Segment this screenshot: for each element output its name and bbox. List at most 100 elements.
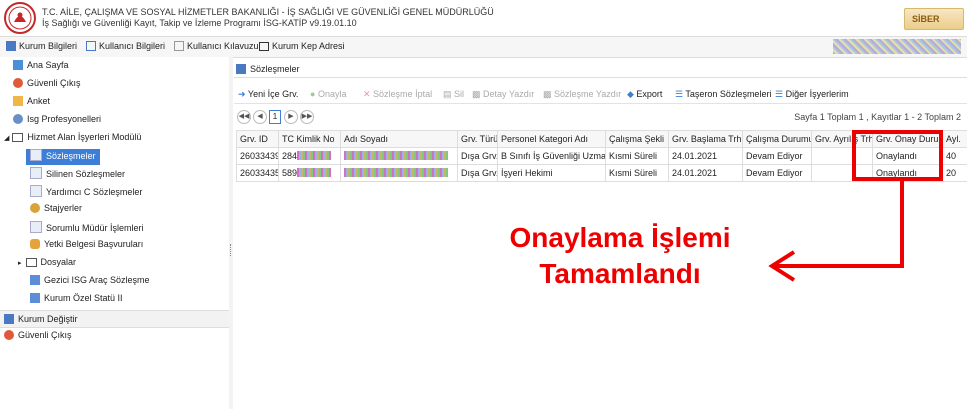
col-grv-turu[interactable]: Grv. Türü bbox=[457, 130, 498, 148]
sidebar-item-yetki-belgesi[interactable]: Yetki Belgesi Başvuruları bbox=[30, 239, 143, 255]
cross-icon: ✕ bbox=[363, 89, 374, 99]
menu-kullanici-kilavuzu[interactable]: Kullanıcı Kılavuzu bbox=[174, 41, 259, 51]
annotation-line-1: Onaylama İşlemi bbox=[509, 222, 731, 253]
cell-calisma-sekli: Kısmi Süreli bbox=[605, 164, 669, 182]
sidebar-item-anket[interactable]: Anket bbox=[13, 96, 50, 112]
splitter-grip[interactable] bbox=[230, 244, 233, 256]
document-icon bbox=[30, 221, 42, 233]
col-calisma-durumu[interactable]: Çalışma Durumu bbox=[742, 130, 812, 148]
users-icon bbox=[30, 239, 40, 249]
cell-personel-kategori: B Sınıfı İş Güvenliği Uzmanı bbox=[497, 147, 606, 165]
sidebar-item-ana-sayfa[interactable]: Ana Sayfa bbox=[13, 60, 69, 76]
sidebar-item-sozlesmeler[interactable]: Sözleşmeler bbox=[26, 149, 100, 165]
cell-grv-turu: Dışa Grv. bbox=[457, 164, 498, 182]
col-personel-kategori[interactable]: Personel Kategori Adı bbox=[497, 130, 606, 148]
next-page-button[interactable]: ▶ bbox=[284, 110, 298, 124]
redacted-mask bbox=[344, 151, 448, 160]
folder-icon bbox=[25, 258, 37, 267]
first-page-button[interactable]: ◀◀ bbox=[237, 110, 251, 124]
cell-tc-kimlik: 284 bbox=[278, 147, 341, 165]
document-icon bbox=[30, 149, 42, 161]
print-contract-button[interactable]: ▩ Sözleşme Yazdır bbox=[543, 89, 621, 100]
siber-logo: SİBER bbox=[904, 8, 964, 30]
sidebar-item-kurum-degistir[interactable]: Kurum Değiştir bbox=[0, 310, 233, 328]
captcha-image bbox=[833, 39, 961, 54]
document-icon bbox=[30, 167, 42, 179]
printer-icon: ▩ bbox=[472, 89, 484, 99]
new-assignment-button[interactable]: ➜ Yeni İçe Grv. bbox=[238, 89, 298, 100]
sidebar-item-stajyerler[interactable]: Stajyerler bbox=[30, 203, 82, 219]
expand-arrow-icon: ◢ bbox=[4, 135, 10, 142]
sidebar-item-sorumlu-mudur[interactable]: Sorumlu Müdür İşlemleri bbox=[30, 221, 144, 237]
toolbar: ➜ Yeni İçe Grv. ● Onayla ✕ Sözleşme İpta… bbox=[234, 85, 967, 104]
document-icon bbox=[30, 185, 42, 197]
export-button[interactable]: ◆ Export bbox=[627, 89, 662, 100]
printer-icon: ▩ bbox=[543, 89, 555, 99]
cell-adi-soyadi bbox=[340, 147, 458, 165]
help-icon bbox=[174, 41, 184, 51]
cell-calisma-durumu: Devam Ediyor bbox=[742, 147, 812, 165]
ministry-logo bbox=[4, 2, 36, 34]
cell-grv-id: 26033439 bbox=[236, 147, 279, 165]
col-grv-id[interactable]: Grv. ID bbox=[236, 130, 279, 148]
sidebar-item-gezici-isg[interactable]: Gezici ISG Araç Sözleşme bbox=[30, 275, 150, 291]
sidebar-item-dosyalar[interactable]: ▸ Dosyalar bbox=[18, 257, 76, 273]
cell-tc-kimlik: 589 bbox=[278, 164, 341, 182]
page-info: Sayfa 1 Toplam 1 , Kayıtlar 1 - 2 Toplam… bbox=[794, 112, 961, 122]
cell-aylik: 40 bbox=[942, 147, 967, 165]
ministry-title: T.C. AİLE, ÇALIŞMA VE SOSYAL HİZMETLER B… bbox=[42, 7, 494, 17]
other-workplaces-button[interactable]: ☰ Diğer İşyerlerim bbox=[775, 89, 849, 100]
folder-open-icon bbox=[12, 133, 24, 142]
delete-button[interactable]: ▤ Sil bbox=[443, 89, 464, 100]
col-adi-soyadi[interactable]: Adı Soyadı bbox=[340, 130, 458, 148]
contract-icon bbox=[236, 64, 246, 74]
building-icon bbox=[6, 41, 16, 51]
col-tc-kimlik[interactable]: TC Kimlik No bbox=[278, 130, 341, 148]
cell-personel-kategori: İşyeri Hekimi bbox=[497, 164, 606, 182]
col-calisma-sekli[interactable]: Çalışma Şekli bbox=[605, 130, 669, 148]
cell-grv-turu: Dışa Grv. bbox=[457, 147, 498, 165]
trash-icon: ▤ bbox=[443, 89, 455, 99]
logout-icon bbox=[13, 78, 23, 88]
sidebar-item-kurum-ozel-statu[interactable]: Kurum Özel Statü II bbox=[30, 293, 123, 309]
list-icon: ☰ bbox=[775, 89, 786, 99]
cell-baslama-trh: 24.01.2021 bbox=[668, 147, 743, 165]
cancel-contract-button[interactable]: ✕ Sözleşme İptal bbox=[363, 89, 432, 100]
program-title: İş Sağlığı ve Güvenliği Kayıt, Takip ve … bbox=[42, 18, 357, 28]
graduate-icon bbox=[30, 203, 40, 213]
prev-page-button[interactable]: ◀ bbox=[253, 110, 267, 124]
sidebar-item-isg-profesyonelleri[interactable]: Isg Profesyonelleri bbox=[13, 114, 101, 130]
building-icon bbox=[4, 314, 14, 324]
sidebar-splitter[interactable] bbox=[229, 57, 233, 409]
list-icon: ☰ bbox=[675, 89, 686, 99]
menu-kurum-kep-adresi[interactable]: Kurum Kep Adresi bbox=[259, 41, 345, 51]
menu-kullanici-bilgileri[interactable]: Kullanıcı Bilgileri bbox=[86, 41, 165, 51]
cell-calisma-sekli: Kısmi Süreli bbox=[605, 147, 669, 165]
last-page-button[interactable]: ▶▶ bbox=[300, 110, 314, 124]
top-menubar: Kurum Bilgileri Kullanıcı Bilgileri Kull… bbox=[0, 36, 967, 58]
survey-icon bbox=[13, 96, 23, 106]
sidebar-item-guvenli-cikis[interactable]: Güvenli Çıkış bbox=[13, 78, 81, 94]
sidebar-item-yardimci-c-sozlesmeler[interactable]: Yardımcı C Sözleşmeler bbox=[30, 185, 142, 201]
export-icon: ◆ bbox=[627, 89, 637, 99]
annotation-text: Onaylama İşlemi Tamamlandı bbox=[440, 220, 800, 292]
redacted-mask bbox=[297, 151, 332, 160]
sidebar-item-guvenli-cikis-bottom[interactable]: Güvenli Çıkış bbox=[4, 330, 72, 346]
panel-header: Sözleşmeler bbox=[234, 61, 967, 78]
cell-baslama-trh: 24.01.2021 bbox=[668, 164, 743, 182]
highlight-box bbox=[852, 130, 943, 181]
col-aylik[interactable]: Ayl. bbox=[942, 130, 967, 148]
print-detail-button[interactable]: ▩ Detay Yazdır bbox=[472, 89, 534, 100]
current-page-input[interactable]: 1 bbox=[269, 110, 281, 124]
vehicle-icon bbox=[30, 275, 40, 285]
menu-kurum-bilgileri[interactable]: Kurum Bilgileri bbox=[6, 41, 77, 51]
annotation-line-2: Tamamlandı bbox=[539, 258, 701, 289]
subcontractor-contracts-button[interactable]: ☰ Taşeron Sözleşmeleri bbox=[675, 89, 771, 100]
col-baslama-trh[interactable]: Grv. Başlama Trh. bbox=[668, 130, 743, 148]
logout-icon bbox=[4, 330, 14, 340]
sidebar-item-hizmet-alan-isyerleri[interactable]: ◢ Hizmet Alan İşyerleri Modülü bbox=[4, 132, 141, 148]
cell-aylik: 20 bbox=[942, 164, 967, 182]
sidebar-item-silinen-sozlesmeler[interactable]: Silinen Sözleşmeler bbox=[30, 167, 125, 183]
user-icon bbox=[13, 114, 23, 124]
approve-button[interactable]: ● Onayla bbox=[310, 89, 346, 99]
